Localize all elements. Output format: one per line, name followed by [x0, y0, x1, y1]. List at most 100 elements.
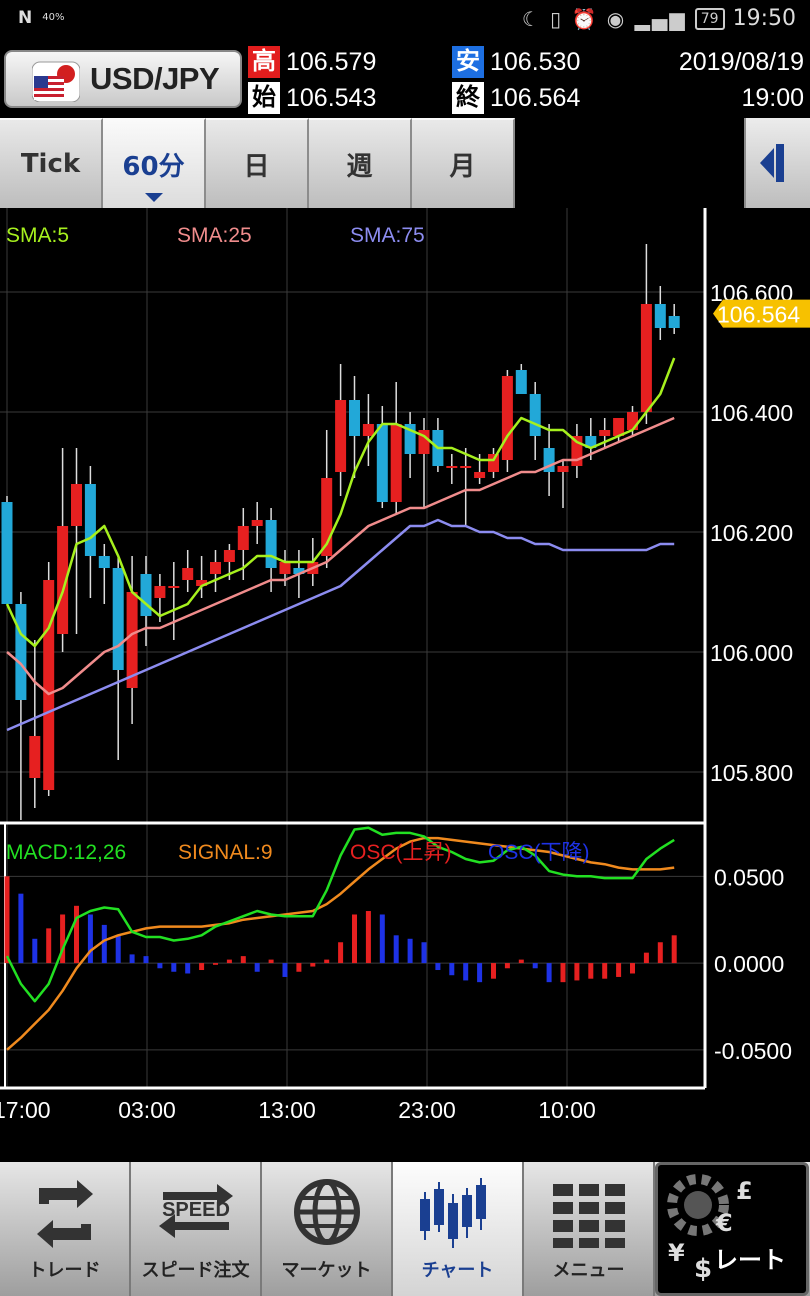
macd-legend-2: OSC(上昇): [350, 841, 452, 864]
osc-bar-35: [491, 963, 496, 979]
nfc-icon: N: [18, 8, 33, 28]
osc-bar-19: [268, 959, 274, 964]
close-value: 106.564: [490, 83, 581, 112]
currency-pair-label: USD/JPY: [90, 61, 220, 96]
timeframe-tabs: Tick 60分 日 週 月: [0, 118, 515, 208]
osc-bar-21: [296, 963, 302, 972]
us-jp-flag-icon: [32, 61, 80, 102]
candle-body-13: [182, 568, 194, 580]
price-legend-0: SMA:5: [6, 224, 69, 247]
nav-menu[interactable]: メニュー: [524, 1162, 655, 1296]
price-legend-2: SMA:75: [350, 224, 425, 247]
rate-symbol-dollar: $: [694, 1254, 712, 1284]
panel-toggle-button[interactable]: [744, 118, 810, 208]
osc-bar-14: [199, 963, 205, 971]
candle-body-48: [668, 316, 680, 328]
osc-bar-48: [671, 935, 677, 964]
nav-speed-order[interactable]: SPEED スピード注文: [131, 1162, 262, 1296]
current-price-label: 106.564: [717, 302, 800, 328]
osc-bar-31: [435, 963, 441, 971]
tab-day[interactable]: 日: [206, 118, 309, 208]
candle-body-5: [71, 484, 82, 526]
candle-body-2: [29, 736, 41, 778]
chart-icon: [419, 1178, 486, 1248]
nav-trade-label: トレード: [28, 1260, 101, 1281]
nav-chart-label: チャート: [421, 1260, 494, 1281]
osc-bar-5: [74, 905, 79, 964]
collapse-arrow-icon: [760, 148, 774, 178]
macd-y-tick-2: -0.0500: [714, 1038, 792, 1064]
candle-body-36: [501, 376, 513, 460]
currency-pair-button[interactable]: USD/JPY: [4, 50, 242, 108]
macd-legend-0: MACD:12,26: [6, 841, 126, 864]
nav-trade[interactable]: トレード: [0, 1162, 131, 1296]
tab-tick-label: Tick: [20, 149, 81, 179]
osc-bar-17: [240, 956, 246, 964]
x-axis-label-3: 23:00: [398, 1097, 456, 1123]
osc-bar-36: [504, 963, 510, 969]
osc-bar-2: [32, 938, 38, 964]
osc-bar-42: [588, 963, 594, 979]
quote-close: 終 106.564: [452, 82, 580, 114]
tab-week-label: 週: [346, 151, 373, 182]
x-axis-label-1: 03:00: [118, 1097, 176, 1123]
rate-symbol-euro: €: [715, 1209, 733, 1237]
candle-body-40: [557, 466, 569, 472]
osc-bar-29: [407, 938, 413, 964]
price-y-tick-2: 106.200: [710, 520, 793, 546]
osc-bar-27: [379, 914, 385, 964]
osc-bar-26: [365, 911, 371, 964]
candle-body-34: [474, 472, 486, 478]
open-badge: 始: [248, 82, 280, 114]
nav-menu-label: メニュー: [552, 1260, 625, 1281]
active-tab-caret-icon: [144, 193, 163, 202]
tab-week[interactable]: 週: [309, 118, 412, 208]
candle-body-33: [460, 466, 472, 468]
osc-bar-16: [226, 959, 232, 964]
quote-low: 安 106.530: [452, 46, 580, 78]
osc-bar-12: [171, 963, 177, 972]
x-axis-label-4: 10:00: [538, 1097, 596, 1123]
tab-tick[interactable]: Tick: [0, 118, 103, 208]
osc-bar-33: [463, 963, 469, 981]
osc-bar-47: [657, 942, 663, 964]
open-value: 106.543: [286, 83, 377, 112]
macd-legend-1: SIGNAL:9: [178, 841, 273, 864]
candle-body-37: [515, 370, 527, 394]
price-y-tick-3: 106.000: [710, 640, 793, 666]
x-axis-label-2: 13:00: [258, 1097, 316, 1123]
nav-market-label: マーケット: [281, 1260, 372, 1281]
osc-bar-45: [630, 963, 635, 974]
candle-body-38: [529, 394, 541, 436]
candle-body-35: [488, 454, 499, 472]
candle-body-0: [1, 502, 13, 604]
nav-rate-button[interactable]: £ € ¥ $ レート: [655, 1162, 809, 1296]
candle-body-18: [251, 520, 263, 526]
candle-body-32: [446, 466, 458, 468]
candle-body-25: [349, 400, 360, 436]
app-screen: N 40% ☾ ▯ ⏰ ◉ ▂▄▆ 79 19:50 USD/JPY 高 106…: [0, 0, 810, 1296]
tab-60min[interactable]: 60分: [103, 118, 206, 208]
candle-body-1: [15, 604, 27, 700]
osc-bar-8: [115, 935, 121, 964]
collapse-bar-icon: [776, 144, 784, 182]
osc-bar-44: [616, 963, 622, 977]
osc-bar-43: [602, 963, 608, 979]
macd-y-tick-1: 0.0000: [714, 951, 784, 977]
osc-bar-30: [421, 942, 427, 964]
nav-market[interactable]: マーケット: [262, 1162, 393, 1296]
price-y-tick-1: 106.400: [710, 400, 793, 426]
price-chart[interactable]: 106.600106.400106.200106.000105.8000.050…: [0, 208, 810, 1158]
osc-bar-13: [185, 963, 191, 974]
candle-body-12: [168, 586, 180, 588]
osc-bar-41: [574, 963, 580, 981]
candle-body-15: [210, 562, 221, 574]
tab-month[interactable]: 月: [412, 118, 515, 208]
osc-bar-22: [310, 963, 316, 967]
quote-time: 19:00: [741, 84, 804, 112]
high-value: 106.579: [286, 47, 377, 76]
quote-date: 2019/08/19: [678, 48, 804, 76]
osc-bar-38: [532, 963, 538, 969]
nav-chart[interactable]: チャート: [393, 1162, 524, 1296]
candle-body-17: [237, 526, 249, 550]
